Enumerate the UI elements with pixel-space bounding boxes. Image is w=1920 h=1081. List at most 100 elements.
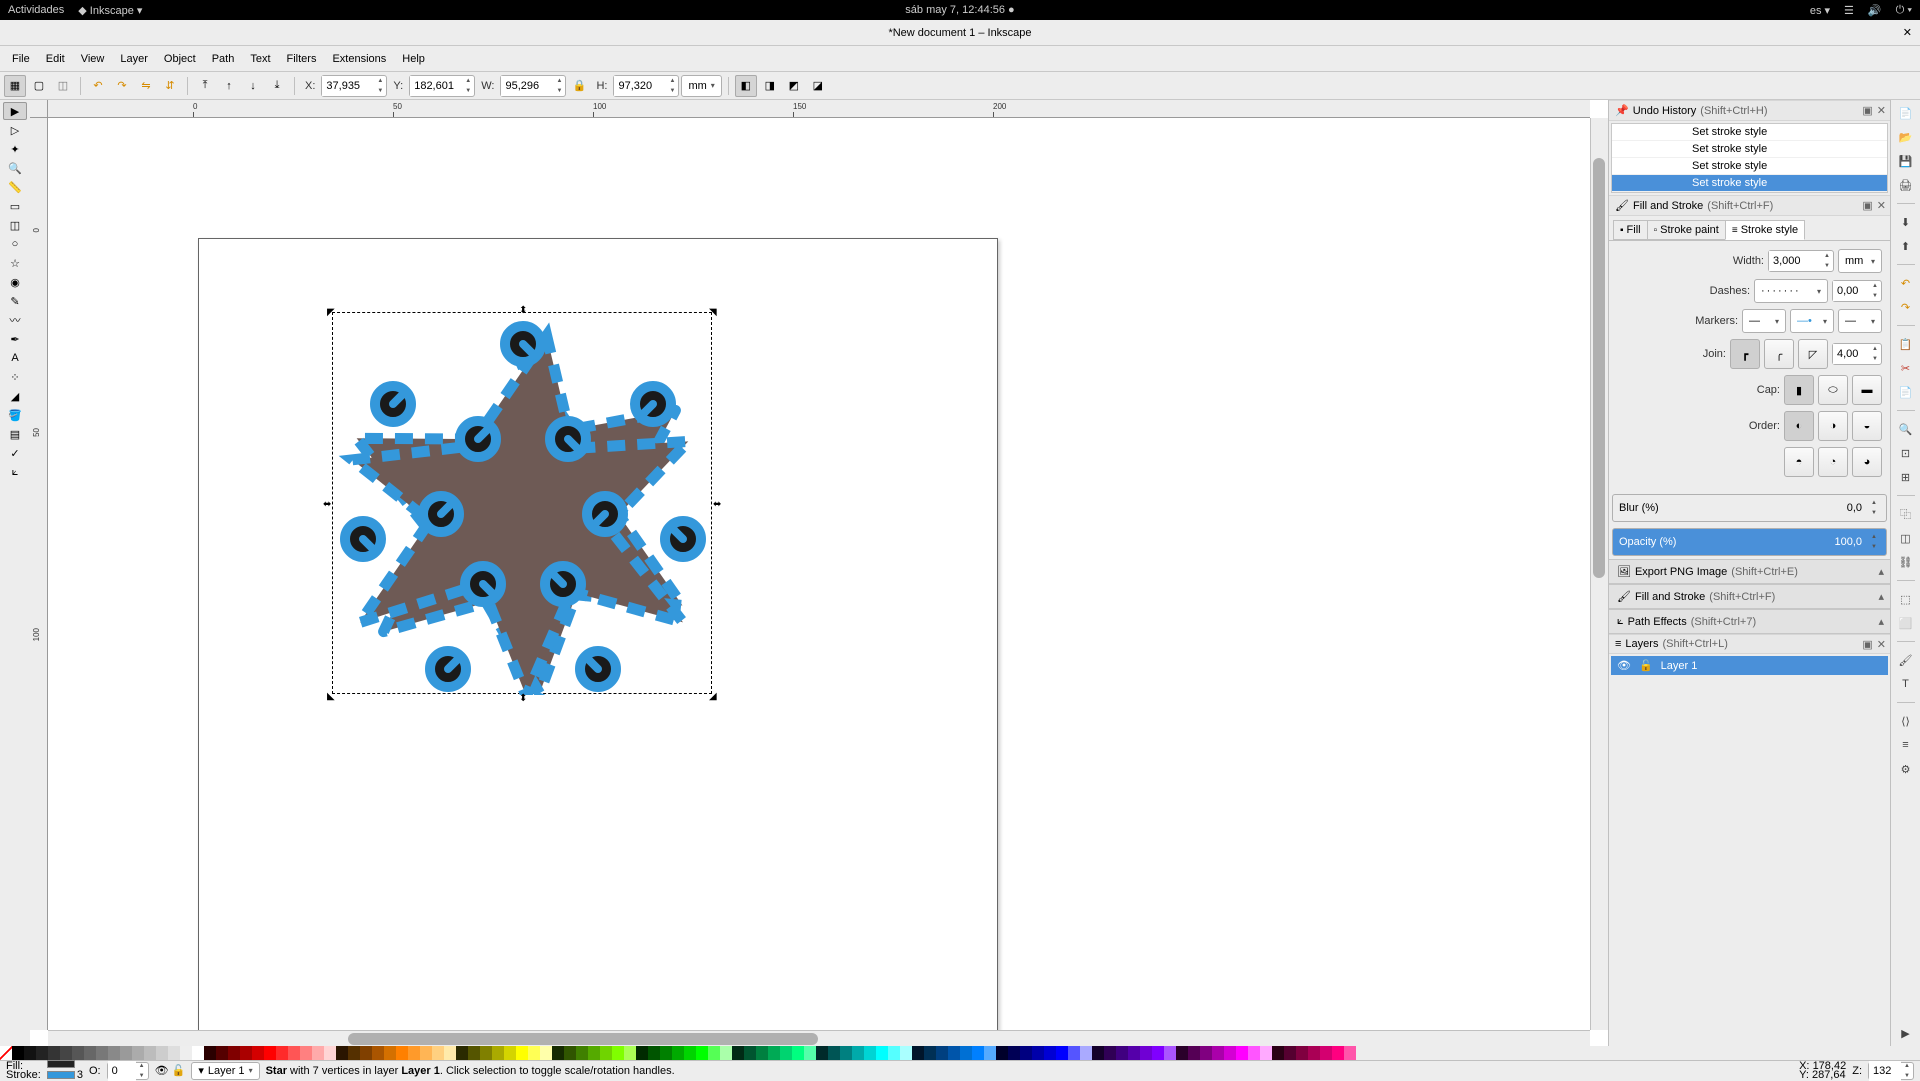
tweak-tool[interactable]: ✦ — [3, 140, 27, 158]
selector-tool[interactable]: ▶ — [3, 102, 27, 120]
transform-pattern-button[interactable]: ◪ — [807, 75, 829, 97]
volume-icon[interactable]: 🔊 — [1868, 4, 1882, 17]
undo-item[interactable]: Set stroke style — [1612, 175, 1887, 192]
layers-list[interactable]: 👁 🔓 Layer 1 — [1611, 656, 1888, 675]
swatch[interactable] — [480, 1046, 492, 1060]
spiral-tool[interactable]: ◉ — [3, 273, 27, 291]
swatch[interactable] — [72, 1046, 84, 1060]
layer-indicator-icon[interactable]: 👁 🔓 — [155, 1064, 186, 1077]
swatch[interactable] — [96, 1046, 108, 1060]
tab-stroke-style[interactable]: ≡ Stroke style — [1725, 220, 1805, 240]
text-prop-icon[interactable]: T — [1896, 675, 1916, 693]
undo-item[interactable]: Set stroke style — [1612, 124, 1887, 141]
ellipse-tool[interactable]: ○ — [3, 235, 27, 253]
swatch[interactable] — [228, 1046, 240, 1060]
swatch[interactable] — [156, 1046, 168, 1060]
swatch[interactable] — [1344, 1046, 1356, 1060]
menu-help[interactable]: Help — [394, 49, 433, 69]
fill-stroke-header[interactable]: 🖌 Fill and Stroke (Shift+Ctrl+F) ▣✕ — [1609, 195, 1890, 216]
x-input[interactable]: ▲▼ — [321, 75, 387, 97]
path-effects-panel[interactable]: ⟀ Path Effects (Shift+Ctrl+7) ▴ — [1609, 609, 1890, 634]
swatch[interactable] — [492, 1046, 504, 1060]
swatch[interactable] — [324, 1046, 336, 1060]
swatch[interactable] — [972, 1046, 984, 1060]
join-miter-button[interactable]: ┏ — [1730, 339, 1760, 369]
swatch[interactable] — [756, 1046, 768, 1060]
minimize-icon[interactable]: ▣ — [1862, 104, 1872, 117]
swatch[interactable] — [660, 1046, 672, 1060]
tab-stroke-paint[interactable]: ▫ Stroke paint — [1647, 220, 1726, 240]
close-icon[interactable]: ✕ — [1903, 26, 1912, 39]
transform-gradient-button[interactable]: ◩ — [783, 75, 805, 97]
marker-end-select[interactable]: — — [1838, 309, 1882, 333]
close-panel-icon[interactable]: ✕ — [1877, 638, 1886, 651]
w-input[interactable]: ▲▼ — [500, 75, 566, 97]
export-png-panel[interactable]: 🖼 Export PNG Image (Shift+Ctrl+E) ▴ — [1609, 559, 1890, 584]
swatch[interactable] — [612, 1046, 624, 1060]
marker-mid-select[interactable]: —• — [1790, 309, 1834, 333]
swatch[interactable] — [180, 1046, 192, 1060]
raise-top-button[interactable]: ⤒ — [194, 75, 216, 97]
swatch[interactable] — [1224, 1046, 1236, 1060]
swatch[interactable] — [1164, 1046, 1176, 1060]
keyboard-layout[interactable]: es ▾ — [1810, 4, 1830, 17]
layer-item[interactable]: 👁 🔓 Layer 1 — [1611, 656, 1888, 675]
lower-button[interactable]: ↓ — [242, 75, 264, 97]
swatch[interactable] — [36, 1046, 48, 1060]
undo-list[interactable]: Set stroke style Set stroke style Set st… — [1611, 123, 1888, 193]
swatch[interactable] — [984, 1046, 996, 1060]
swatch[interactable] — [1332, 1046, 1344, 1060]
swatch[interactable] — [672, 1046, 684, 1060]
swatch[interactable] — [468, 1046, 480, 1060]
order-3-button[interactable]: ◒ — [1852, 411, 1882, 441]
zoom-page-icon[interactable]: ⊡ — [1896, 444, 1916, 462]
swatch[interactable] — [216, 1046, 228, 1060]
order-4-button[interactable]: ◓ — [1784, 447, 1814, 477]
xml-icon[interactable]: ⟨⟩ — [1896, 712, 1916, 730]
swatch[interactable] — [1284, 1046, 1296, 1060]
menu-text[interactable]: Text — [242, 49, 278, 69]
ungroup-icon[interactable]: ⬜ — [1896, 614, 1916, 632]
cap-square-button[interactable]: ▬ — [1852, 375, 1882, 405]
cap-butt-button[interactable]: ▮ — [1784, 375, 1814, 405]
zoom-fit-icon[interactable]: 🔍 — [1896, 420, 1916, 438]
swatch[interactable] — [792, 1046, 804, 1060]
swatch[interactable] — [444, 1046, 456, 1060]
swatch[interactable] — [552, 1046, 564, 1060]
rotate-ccw-button[interactable]: ↶ — [87, 75, 109, 97]
stroke-swatch[interactable] — [47, 1071, 75, 1079]
swatch[interactable] — [264, 1046, 276, 1060]
measure-tool[interactable]: 📏 — [3, 178, 27, 196]
h-input[interactable]: ▲▼ — [613, 75, 679, 97]
import-icon[interactable]: ⬇ — [1896, 213, 1916, 231]
tab-fill[interactable]: ▪ Fill — [1613, 220, 1648, 240]
menu-extensions[interactable]: Extensions — [324, 49, 394, 69]
ruler-horizontal[interactable]: 0 50 100 150 200 — [48, 100, 1590, 118]
scroll-right-icon[interactable]: ▶ — [1896, 1024, 1916, 1042]
app-menu[interactable]: ◆ Inkscape ▾ — [78, 4, 142, 17]
swatch[interactable] — [636, 1046, 648, 1060]
swatch[interactable] — [1032, 1046, 1044, 1060]
swatch[interactable] — [120, 1046, 132, 1060]
y-input[interactable]: ▲▼ — [409, 75, 475, 97]
order-1-button[interactable]: ◐ — [1784, 411, 1814, 441]
scrollbar-vertical[interactable] — [1590, 118, 1608, 1030]
swatch[interactable] — [60, 1046, 72, 1060]
fill-swatch[interactable] — [47, 1060, 75, 1068]
swatch[interactable] — [360, 1046, 372, 1060]
swatch[interactable] — [816, 1046, 828, 1060]
swatch[interactable] — [192, 1046, 204, 1060]
swatch[interactable] — [1020, 1046, 1032, 1060]
swatch-none[interactable] — [0, 1046, 12, 1060]
select-all-button[interactable]: ▢ — [28, 75, 50, 97]
swatch[interactable] — [1056, 1046, 1068, 1060]
swatch[interactable] — [336, 1046, 348, 1060]
swatch[interactable] — [924, 1046, 936, 1060]
swatch[interactable] — [1296, 1046, 1308, 1060]
undo-history-header[interactable]: 📌 Undo History (Shift+Ctrl+H) ▣✕ — [1609, 100, 1890, 121]
swatch[interactable] — [1200, 1046, 1212, 1060]
swatch[interactable] — [1176, 1046, 1188, 1060]
swatch[interactable] — [1248, 1046, 1260, 1060]
swatch[interactable] — [864, 1046, 876, 1060]
swatch[interactable] — [528, 1046, 540, 1060]
